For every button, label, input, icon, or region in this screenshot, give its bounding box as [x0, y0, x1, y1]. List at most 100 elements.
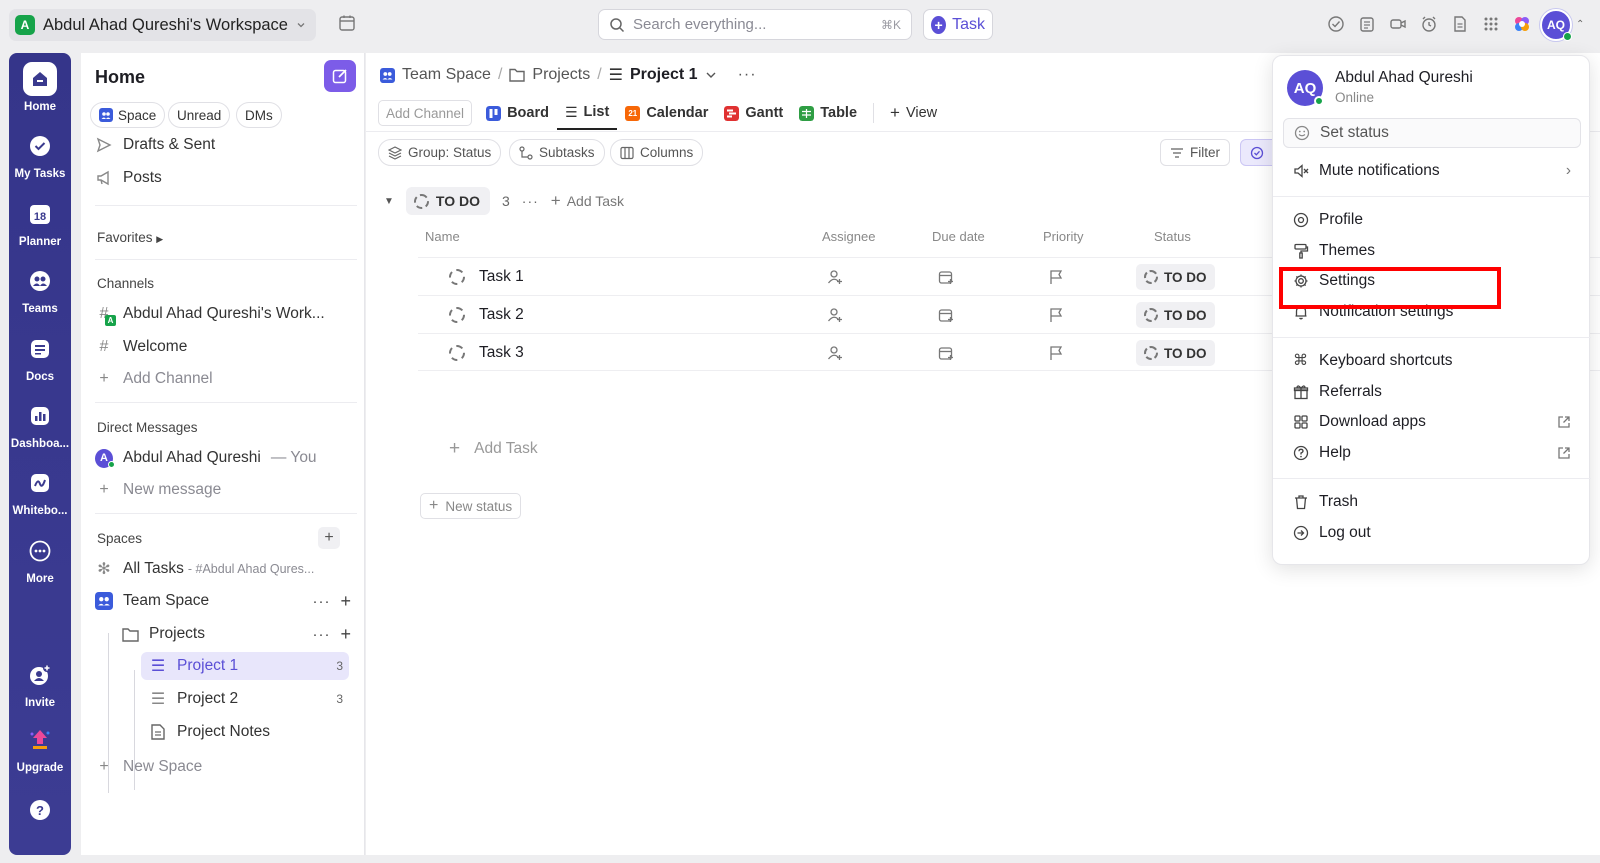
rail-upgrade[interactable]: Invite Upgrade — [9, 723, 71, 774]
tab-board[interactable]: Board — [478, 96, 557, 130]
column-header-name[interactable]: Name — [425, 229, 460, 244]
sidebar-item-project-2[interactable]: ☰ Project 2 3 — [141, 685, 349, 713]
sidebar-channel-welcome[interactable]: # Welcome — [95, 333, 357, 361]
calendar-icon[interactable] — [338, 14, 356, 32]
breadcrumb-item[interactable]: Team Space — [402, 66, 491, 84]
menu-item-keyboard-shortcuts[interactable]: ⌘ Keyboard shortcuts — [1283, 347, 1581, 375]
filter-button[interactable]: Filter — [1160, 139, 1230, 166]
task-name[interactable]: Task 3 — [479, 344, 524, 362]
group-add-task-button[interactable]: + Add Task — [551, 191, 624, 211]
add-assignee-icon[interactable] — [827, 307, 843, 323]
task-status-icon[interactable] — [449, 307, 465, 323]
breadcrumb-current[interactable]: Project 1 — [630, 66, 698, 84]
add-task-button[interactable]: + Add Task — [418, 435, 538, 463]
rail-whiteboards[interactable]: Whitebo... — [9, 466, 71, 517]
sidebar-item-project-1[interactable]: ☰ Project 1 3 — [141, 652, 349, 680]
add-assignee-icon[interactable] — [827, 345, 843, 361]
tab-gantt[interactable]: Gantt — [716, 96, 791, 130]
filter-chip-dms[interactable]: DMs — [236, 102, 282, 128]
search-input[interactable]: Search everything... ⌘K — [598, 9, 912, 40]
column-header-priority[interactable]: Priority — [1043, 229, 1083, 244]
sidebar-channel-workspace[interactable]: # A Abdul Ahad Qureshi's Work... — [95, 300, 357, 328]
rail-dashboards[interactable]: Dashboa... — [9, 399, 71, 450]
menu-item-logout[interactable]: Log out — [1283, 519, 1581, 547]
new-message-button[interactable]: + New message — [95, 476, 357, 504]
tab-calendar[interactable]: 21 Calendar — [617, 96, 716, 130]
chevron-down-icon[interactable] — [705, 69, 717, 81]
more-dots-icon[interactable]: ··· — [312, 593, 330, 610]
compose-button[interactable] — [324, 60, 356, 92]
video-icon[interactable] — [1389, 15, 1407, 33]
add-view-button[interactable]: + View — [882, 96, 945, 130]
subtasks-button[interactable]: Subtasks — [509, 139, 605, 166]
task-status-icon[interactable] — [449, 345, 465, 361]
rail-my-tasks[interactable]: My Tasks — [9, 129, 71, 180]
set-status-input[interactable]: Set status — [1283, 118, 1581, 148]
group-by-button[interactable]: Group: Status — [378, 139, 502, 166]
menu-item-download-apps[interactable]: Download apps — [1283, 408, 1581, 436]
task-name[interactable]: Task 2 — [479, 306, 524, 324]
add-due-date-icon[interactable] — [938, 307, 954, 323]
tab-list[interactable]: ☰ List — [556, 96, 618, 130]
columns-button[interactable]: Columns — [610, 139, 704, 166]
new-space-button[interactable]: + New Space — [95, 753, 357, 781]
ai-brain-icon[interactable] — [1512, 14, 1532, 34]
column-header-status[interactable]: Status — [1154, 229, 1191, 244]
add-space-button[interactable]: + — [318, 527, 340, 549]
more-dots-icon[interactable]: ··· — [312, 626, 330, 643]
check-circle-icon[interactable] — [1327, 15, 1345, 33]
dm-item-self[interactable]: A Abdul Ahad Qureshi — You — [95, 444, 357, 472]
add-due-date-icon[interactable] — [938, 345, 954, 361]
status-badge[interactable]: TO DO — [1136, 302, 1215, 328]
menu-item-referrals[interactable]: Referrals — [1283, 378, 1581, 406]
status-group-pill[interactable]: TO DO — [405, 187, 490, 215]
more-dots-icon[interactable]: ··· — [522, 193, 539, 209]
column-header-due-date[interactable]: Due date — [932, 229, 985, 244]
collapse-caret-icon[interactable]: ▼ — [384, 196, 394, 207]
priority-flag-icon[interactable] — [1048, 269, 1064, 285]
task-name[interactable]: Task 1 — [479, 268, 524, 286]
favorites-header[interactable]: Favorites ▶ — [97, 230, 163, 245]
sidebar-item-project-notes[interactable]: Project Notes — [141, 718, 349, 746]
sidebar-item-team-space[interactable]: Team Space ··· + — [95, 587, 357, 615]
add-due-date-icon[interactable] — [938, 269, 954, 285]
menu-item-profile[interactable]: Profile — [1283, 206, 1581, 234]
rail-help[interactable]: ? — [9, 793, 71, 827]
status-badge[interactable]: TO DO — [1136, 340, 1215, 366]
more-dots-icon[interactable]: ··· — [738, 66, 757, 84]
chevron-down-icon[interactable]: ⌃ — [1576, 19, 1584, 30]
apps-grid-icon[interactable] — [1482, 15, 1500, 33]
priority-flag-icon[interactable] — [1048, 307, 1064, 323]
add-channel-button[interactable]: + Add Channel — [95, 365, 357, 393]
breadcrumb-item[interactable]: Projects — [532, 66, 590, 84]
menu-item-trash[interactable]: Trash — [1283, 488, 1581, 516]
menu-item-mute[interactable]: Mute notifications › — [1283, 157, 1581, 185]
menu-item-help[interactable]: Help — [1283, 439, 1581, 467]
priority-flag-icon[interactable] — [1048, 345, 1064, 361]
status-badge[interactable]: TO DO — [1136, 264, 1215, 290]
new-status-button[interactable]: + New status — [420, 493, 522, 519]
sidebar-item-posts[interactable]: Posts — [95, 164, 357, 192]
filter-chip-space[interactable]: Space — [90, 102, 166, 128]
rail-planner[interactable]: 18 Planner — [9, 197, 71, 248]
sidebar-item-projects[interactable]: Projects ··· + — [121, 620, 357, 648]
rail-home[interactable]: Home — [9, 62, 71, 113]
sidebar-item-drafts[interactable]: Drafts & Sent — [95, 131, 357, 159]
plus-icon[interactable]: + — [340, 624, 357, 645]
notepad-icon[interactable] — [1358, 15, 1376, 33]
new-task-button[interactable]: + Task — [923, 9, 993, 40]
filter-chip-unread[interactable]: Unread — [168, 102, 231, 128]
alarm-clock-icon[interactable] — [1420, 15, 1438, 33]
add-assignee-icon[interactable] — [827, 269, 843, 285]
tab-table[interactable]: Table — [791, 96, 865, 130]
rail-invite[interactable]: Invite — [9, 658, 71, 709]
menu-item-themes[interactable]: Themes — [1283, 237, 1581, 265]
sidebar-item-all-tasks[interactable]: ✻ All Tasks - #Abdul Ahad Qures... — [95, 555, 357, 583]
add-channel-button[interactable]: Add Channel — [378, 100, 473, 126]
column-header-assignee[interactable]: Assignee — [822, 229, 875, 244]
plus-icon[interactable]: + — [340, 591, 357, 612]
task-status-icon[interactable] — [449, 269, 465, 285]
document-icon[interactable] — [1451, 15, 1469, 33]
rail-more[interactable]: More — [9, 534, 71, 585]
rail-teams[interactable]: Teams — [9, 264, 71, 315]
